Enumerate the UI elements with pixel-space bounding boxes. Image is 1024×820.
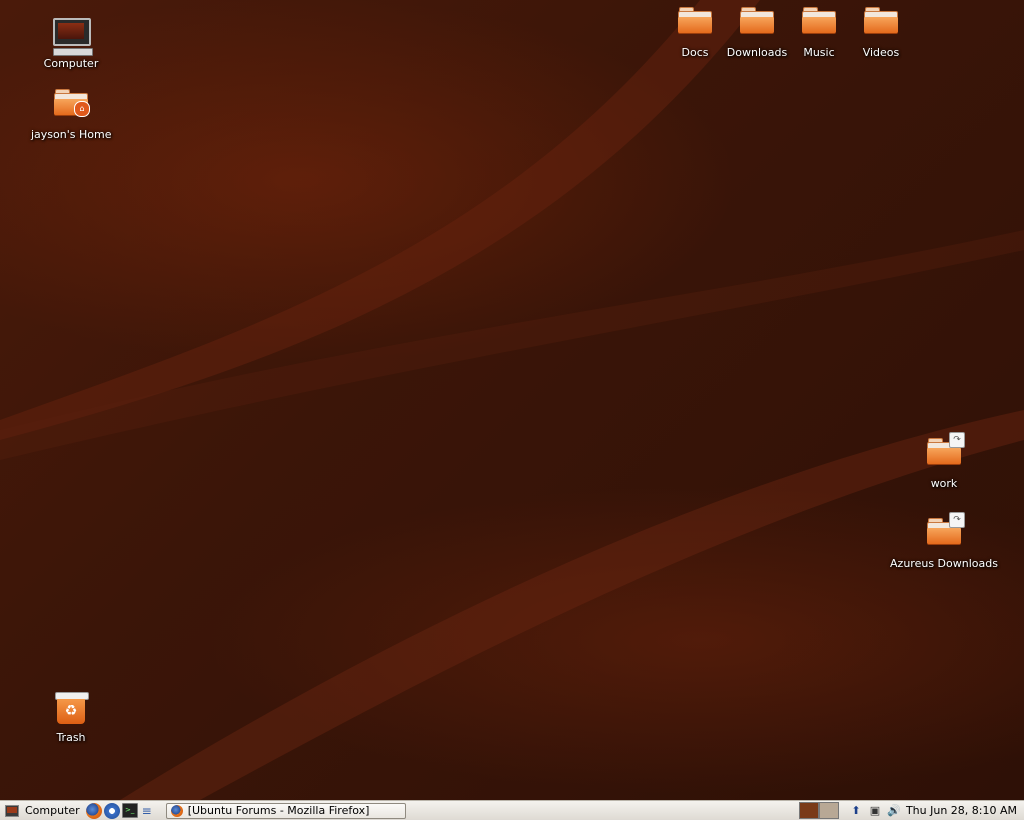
folder-icon	[863, 7, 899, 43]
computer-icon	[53, 18, 93, 56]
computer-menu-label: Computer	[25, 804, 80, 817]
volume-icon[interactable]: 🔊	[887, 804, 901, 818]
clock[interactable]: Thu Jun 28, 8:10 AM	[906, 804, 1017, 817]
home-folder-desktop-icon[interactable]: ⌂ jayson's Home	[31, 84, 111, 141]
firefox-task-icon	[170, 804, 183, 817]
trash-icon: ♻	[53, 692, 89, 728]
menu-icon[interactable]: ≡	[140, 803, 154, 819]
taskbar-button-label: [Ubuntu Forums - Mozilla Firefox]	[187, 804, 370, 817]
recycle-icon: ♻	[57, 699, 85, 724]
taskbar-button-firefox[interactable]: [Ubuntu Forums - Mozilla Firefox]	[165, 802, 406, 819]
symlink-arrow-icon: ↷	[949, 512, 965, 528]
home-badge-icon: ⌂	[74, 101, 90, 117]
computer-label: Computer	[43, 57, 99, 70]
update-icon[interactable]: ⬆	[849, 804, 863, 818]
folder-icon	[677, 7, 713, 43]
folder-link-icon: ↷	[926, 512, 965, 554]
computer-menu-button[interactable]: Computer	[0, 801, 80, 820]
symlink-arrow-icon: ↷	[949, 432, 965, 448]
home-folder-icon: ⌂	[53, 89, 90, 125]
evolution-icon[interactable]	[103, 802, 120, 819]
workspace-1[interactable]	[798, 802, 819, 819]
work-label: work	[930, 477, 958, 490]
workspace-2[interactable]	[818, 802, 839, 819]
terminal-icon[interactable]: >_	[121, 803, 138, 818]
folder-icon	[739, 7, 775, 43]
azureus-label: Azureus Downloads	[890, 557, 998, 570]
computer-menu-icon	[5, 804, 19, 817]
firefox-icon[interactable]	[85, 802, 102, 819]
computer-desktop-icon[interactable]: Computer	[31, 16, 111, 70]
wallpaper-swoosh	[0, 0, 1024, 800]
trash-desktop-icon[interactable]: ♻ Trash	[31, 692, 111, 744]
home-label: jayson's Home	[31, 128, 112, 141]
azureus-downloads-link-desktop-icon[interactable]: ↷ Azureus Downloads	[884, 512, 1004, 570]
videos-label: Videos	[862, 46, 900, 59]
folder-icon	[801, 7, 837, 43]
folder-link-icon: ↷	[926, 432, 965, 474]
videos-folder-desktop-icon[interactable]: Videos	[841, 2, 921, 59]
trash-label: Trash	[56, 731, 86, 744]
workspace-switcher	[798, 801, 849, 820]
network-icon[interactable]: ▣	[868, 804, 882, 818]
work-folder-link-desktop-icon[interactable]: ↷ work	[904, 432, 984, 490]
desktop[interactable]: Computer ⌂ jayson's Home Docs Downloads …	[0, 0, 1024, 800]
bottom-panel: Computer >_ ≡ [Ubuntu Forums - Mozilla F…	[0, 800, 1024, 820]
